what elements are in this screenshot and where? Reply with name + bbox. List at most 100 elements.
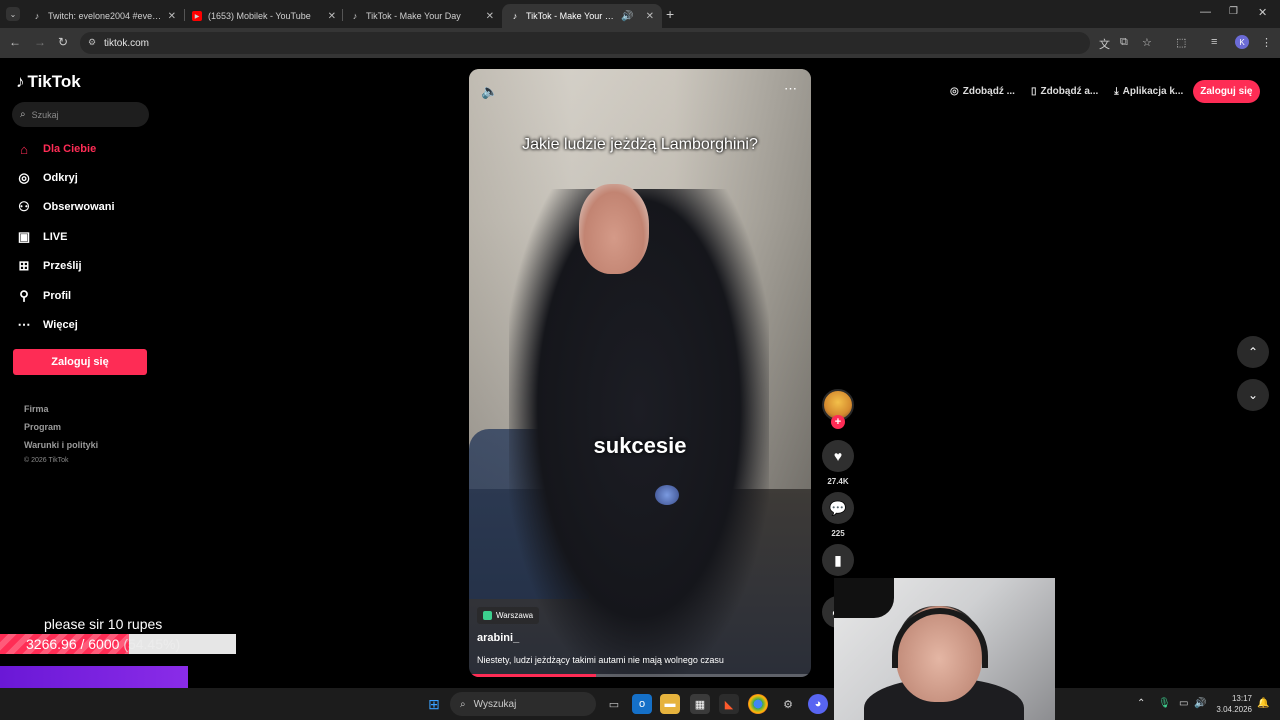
tray-overflow-icon[interactable]: ⌃ — [1137, 698, 1145, 709]
notification-icon[interactable]: 🔔 — [1257, 698, 1269, 709]
desktop-app-button[interactable]: ⤓ Aplikacja k... — [1108, 81, 1189, 102]
tiktok-icon: ♪ — [34, 11, 40, 21]
store-icon[interactable]: ▦ — [690, 694, 710, 714]
extensions-icon[interactable]: ⬚ — [1176, 36, 1186, 49]
profile-icon: ⚲ — [19, 288, 29, 303]
video-progress-fill — [469, 674, 596, 677]
app-icon[interactable]: ◣ — [719, 694, 739, 714]
tiktok-icon: ♪ — [352, 11, 358, 21]
location-pin-icon — [483, 611, 492, 620]
file-explorer-icon[interactable]: ▬ — [660, 694, 680, 714]
sidebar-item-upload[interactable]: ⊞ Prześlij — [14, 256, 82, 276]
footer-link-program[interactable]: Program — [24, 422, 61, 432]
comment-icon: 💬 — [829, 499, 847, 516]
speaker-icon[interactable]: 🔊 — [621, 11, 633, 22]
new-tab-button[interactable]: + — [666, 6, 674, 22]
menu-icon[interactable]: ⋮ — [1261, 36, 1272, 49]
coin-icon: ◎ — [950, 85, 959, 97]
sidebar-item-more[interactable]: ⋯ Więcej — [14, 315, 78, 335]
mute-icon[interactable]: 🔈 — [481, 83, 498, 100]
get-coins-button[interactable]: ◎ Zdobądź ... — [944, 81, 1021, 102]
like-button[interactable]: ♥ — [822, 440, 854, 472]
download-icon: ⤓ — [1114, 85, 1119, 97]
sidebar-item-profile[interactable]: ⚲ Profil — [14, 286, 71, 306]
next-video-button[interactable]: ⌄ — [1237, 379, 1269, 411]
forward-icon[interactable]: → — [34, 35, 46, 49]
get-app-button[interactable]: ▯ Zdobądź a... — [1025, 81, 1104, 102]
video-person-head — [579, 184, 649, 274]
address-bar[interactable]: ⚙ tiktok.com — [80, 32, 1090, 54]
taskbar-clock[interactable]: 13:17 3.04.2026 — [1216, 693, 1252, 715]
tiktok-logo[interactable]: ♪ TikTok — [16, 72, 81, 92]
live-icon: ▣ — [17, 229, 31, 244]
close-tab-icon[interactable]: ✕ — [328, 11, 336, 22]
site-info-icon[interactable]: ⚙ — [88, 37, 96, 48]
video-author[interactable]: arabini_ — [477, 632, 519, 644]
taskbar-search[interactable]: ⌕ Wyszukaj — [450, 692, 596, 716]
search-input[interactable]: ⌕ Szukaj — [12, 102, 149, 127]
video-player[interactable]: 🔈 ⋯ Jakie ludzie jeżdżą Lamborghini? suk… — [469, 69, 811, 677]
minimize-button[interactable]: — — [1200, 6, 1211, 18]
footer-link-terms[interactable]: Warunki i polityki — [24, 440, 98, 450]
youtube-icon: ▶ — [192, 11, 202, 21]
tiktok-note-icon: ♪ — [16, 72, 25, 91]
back-icon[interactable]: ← — [9, 35, 21, 49]
top-actions: ◎ Zdobądź ... ▯ Zdobądź a... ⤓ Aplikacja… — [944, 78, 1260, 104]
outlook-icon[interactable]: o — [632, 694, 652, 714]
maximize-button[interactable]: ❐ — [1229, 6, 1238, 17]
like-count: 27.4K — [827, 477, 849, 486]
microphone-icon[interactable]: 🎙 — [1158, 698, 1171, 709]
task-view-icon[interactable]: ▭ — [604, 694, 624, 714]
save-button[interactable]: ▮ — [822, 544, 854, 576]
browser-tab[interactable]: ▶ (1653) Mobilek - YouTube ✕ — [184, 4, 344, 28]
close-tab-icon[interactable]: ✕ — [486, 11, 494, 22]
sidebar-item-live[interactable]: ▣ LIVE — [14, 227, 68, 247]
location-badge[interactable]: Warszawa — [477, 607, 540, 624]
streamer-webcam — [834, 578, 1055, 720]
donation-message: please sir 10 rupes — [44, 616, 163, 632]
windows-start-icon[interactable]: ⊞ — [424, 694, 444, 714]
install-app-icon[interactable]: ⧉ — [1120, 36, 1128, 49]
footer-link-company[interactable]: Firma — [24, 404, 49, 414]
previous-video-button[interactable]: ⌃ — [1237, 336, 1269, 368]
video-progress-bar[interactable] — [469, 674, 811, 677]
profile-avatar[interactable]: K — [1235, 35, 1249, 49]
tab-search-button[interactable]: ⌄ — [6, 7, 20, 21]
search-icon: ⌕ — [20, 109, 26, 120]
windows-taskbar: ⊞ ⌕ Wyszukaj ▭ o ▬ ▦ ◣ ⚙ ◕ ⌃ 🎙 ▭ 🔊 13:17… — [0, 688, 1280, 720]
reload-icon[interactable]: ↻ — [58, 35, 68, 49]
url-text: tiktok.com — [104, 37, 150, 49]
browser-tab[interactable]: ♪ TikTok - Make Your Day ✕ — [342, 4, 502, 28]
translate-icon[interactable]: 文 — [1099, 36, 1110, 52]
video-subtitle: sukcesie — [593, 433, 687, 458]
browser-tab-active[interactable]: ♪ TikTok - Make Your Day 🔊 ✕ — [502, 4, 662, 28]
network-icon[interactable]: ▭ — [1179, 698, 1188, 709]
more-options-icon[interactable]: ⋯ — [784, 81, 797, 97]
webcam-microphone — [834, 578, 894, 618]
top-login-button[interactable]: Zaloguj się — [1193, 79, 1260, 103]
donation-goal-text: 3266.96 / 6000 (54.45%) — [26, 636, 181, 652]
video-microphone — [655, 485, 679, 505]
browser-tabstrip: ⌄ ♪ Twitch: evelone2004 #evelone ✕ ▶ (16… — [0, 0, 1280, 28]
volume-icon[interactable]: 🔊 — [1194, 698, 1206, 709]
search-icon: ⌕ — [460, 698, 466, 710]
bookmark-star-icon[interactable]: ☆ — [1142, 36, 1152, 49]
upload-icon: ⊞ — [18, 258, 30, 273]
bookmark-icon: ▮ — [834, 551, 842, 568]
more-icon: ⋯ — [17, 317, 31, 332]
sidebar-item-explore[interactable]: ◎ Odkryj — [14, 168, 78, 188]
media-control-icon[interactable]: ≡ — [1211, 36, 1217, 48]
chevron-up-icon: ⌃ — [1247, 345, 1259, 359]
browser-tab[interactable]: ♪ Twitch: evelone2004 #evelone ✕ — [24, 4, 184, 28]
close-tab-icon[interactable]: ✕ — [646, 11, 654, 22]
follow-plus-icon[interactable]: + — [831, 415, 845, 429]
login-button[interactable]: Zaloguj się — [13, 349, 147, 375]
comment-button[interactable]: 💬 — [822, 492, 854, 524]
sidebar-item-for-you[interactable]: ⌂ Dla Ciebie — [14, 139, 96, 159]
sidebar-item-following[interactable]: ⚇ Obserwowani — [14, 197, 114, 217]
close-window-button[interactable]: ✕ — [1258, 6, 1267, 19]
close-tab-icon[interactable]: ✕ — [168, 11, 176, 22]
settings-app-icon[interactable]: ⚙ — [778, 694, 798, 714]
discord-icon[interactable]: ◕ — [808, 694, 828, 714]
chrome-icon[interactable] — [748, 694, 768, 714]
